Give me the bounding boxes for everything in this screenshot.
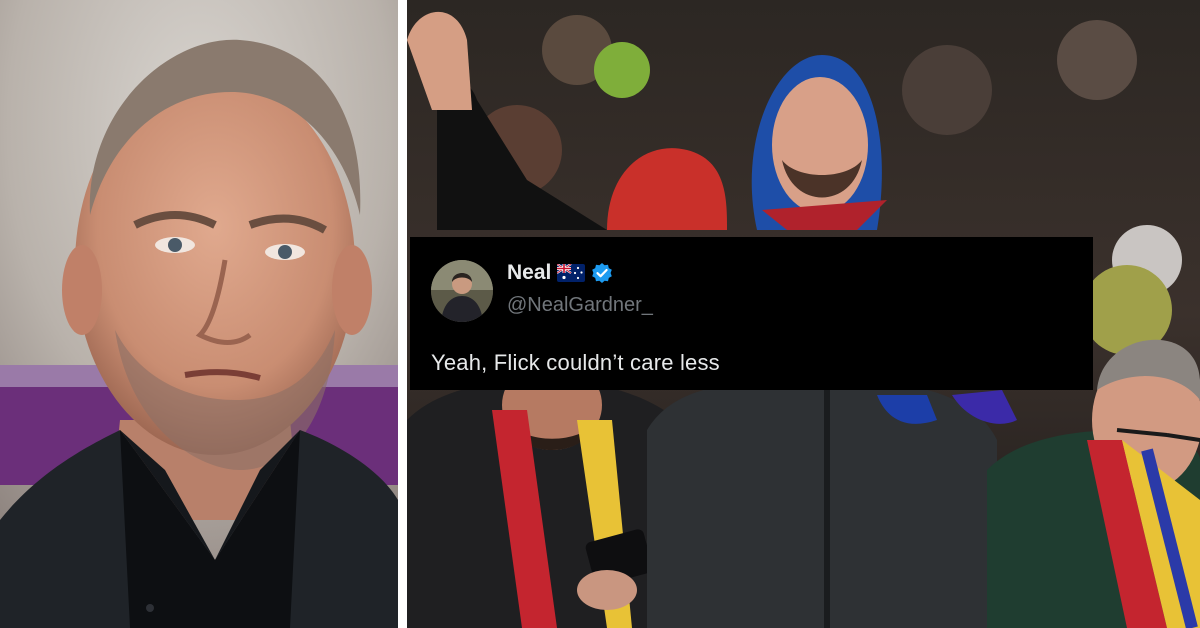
user-handle[interactable]: @NealGardner_ — [507, 294, 653, 317]
verified-badge-icon — [592, 263, 613, 283]
tweet-text: Yeah, Flick couldn’t care less — [431, 350, 720, 375]
tweet-card[interactable]: Neal @NealGardner_ Yeah, Flick couldn’t … — [410, 237, 1093, 390]
display-name[interactable]: Neal — [507, 261, 551, 285]
avatar[interactable] — [431, 260, 493, 322]
coach-portrait-photo — [0, 0, 398, 628]
australia-flag-icon — [557, 264, 586, 282]
image-divider — [398, 0, 407, 628]
